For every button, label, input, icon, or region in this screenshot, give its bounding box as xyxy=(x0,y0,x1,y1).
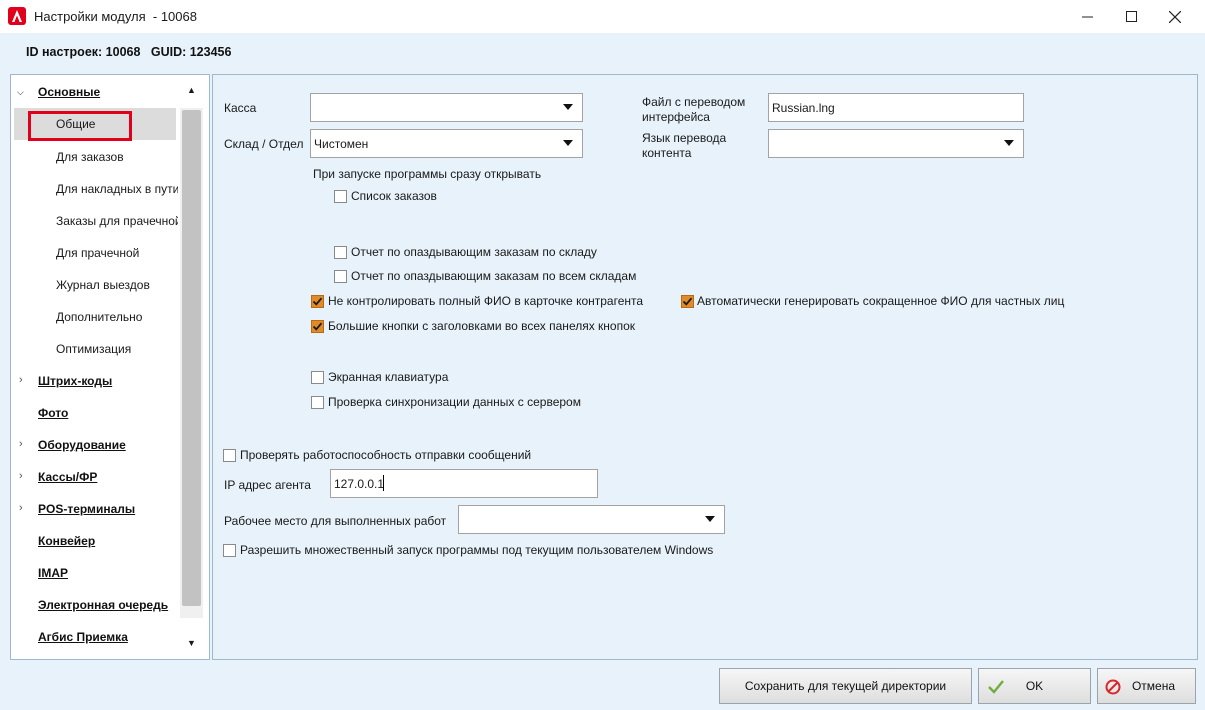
ip-label: IP адрес агента xyxy=(224,478,311,492)
expanded-chevron-icon[interactable]: ⌵ xyxy=(17,87,24,98)
checkmark-icon xyxy=(312,297,323,306)
tree-group-equipment[interactable]: Оборудование xyxy=(38,438,126,452)
highlight-box xyxy=(28,111,132,141)
auto-short-fio-checkbox[interactable] xyxy=(681,295,694,308)
workplace-combo[interactable] xyxy=(458,505,725,534)
late-all-label: Отчет по опаздывающим заказам по всем ск… xyxy=(351,269,637,283)
content-lang-label-2: контента xyxy=(642,146,692,160)
collapsed-chevron-icon[interactable]: › xyxy=(19,470,23,482)
scroll-up-icon[interactable]: ▲ xyxy=(187,85,196,95)
window-title: Настройки модуля - 10068 xyxy=(34,9,197,24)
dropdown-arrow-icon xyxy=(1004,140,1014,146)
check-icon xyxy=(988,680,1004,694)
tree-group-conveyor[interactable]: Конвейер xyxy=(38,534,95,548)
close-icon xyxy=(1169,10,1181,23)
content-lang-label: Язык перевода xyxy=(642,131,727,145)
tree-group-kassy[interactable]: Кассы/ФР xyxy=(38,470,97,484)
check-messages-label: Проверять работоспособность отправки соо… xyxy=(240,448,532,462)
tree-group-barcodes[interactable]: Штрих-коды xyxy=(38,374,112,388)
multi-launch-label: Разрешить множественный запуск программы… xyxy=(240,543,714,557)
no-full-fio-label: Не контролировать полный ФИО в карточке … xyxy=(328,294,644,308)
minimize-button[interactable] xyxy=(1064,0,1110,33)
tree-item-orders[interactable]: Для заказов xyxy=(56,150,178,164)
tree-item-trips[interactable]: Журнал выездов xyxy=(56,278,178,292)
multi-launch-checkbox[interactable] xyxy=(223,544,236,557)
tree-item-additional[interactable]: Дополнительно xyxy=(56,310,178,324)
checkmark-icon xyxy=(312,322,323,331)
save-dir-button[interactable]: Сохранить для текущей директории xyxy=(719,668,972,704)
tree-group-pos[interactable]: POS-терминалы xyxy=(38,502,135,516)
ok-button[interactable]: OK xyxy=(978,668,1091,704)
sync-check-checkbox[interactable] xyxy=(311,396,324,409)
no-full-fio-checkbox[interactable] xyxy=(311,295,324,308)
ip-input[interactable]: 127.0.0.1 xyxy=(330,469,598,498)
screen-keyboard-checkbox[interactable] xyxy=(311,371,324,384)
late-warehouse-label: Отчет по опаздывающим заказам по складу xyxy=(351,245,597,259)
cancel-button[interactable]: Отмена xyxy=(1097,668,1196,704)
big-buttons-checkbox[interactable] xyxy=(311,320,324,333)
tree-group-osnovnye[interactable]: Основные xyxy=(38,85,100,99)
tree-item-laundry[interactable]: Для прачечной xyxy=(56,246,178,260)
text-caret xyxy=(383,475,384,491)
tree-group-photo[interactable]: Фото xyxy=(38,406,68,420)
dropdown-arrow-icon xyxy=(705,516,715,522)
tree-group-agbis-priemka[interactable]: Агбис Приемка xyxy=(38,630,128,644)
startup-orders-label: Список заказов xyxy=(351,189,437,203)
tree-scroll-thumb[interactable] xyxy=(182,110,201,606)
translation-file-input[interactable]: Russian.lng xyxy=(768,93,1024,122)
late-warehouse-checkbox[interactable] xyxy=(334,246,347,259)
collapsed-chevron-icon[interactable]: › xyxy=(19,502,23,514)
settings-id-line: ID настроек: 10068 GUID: 123456 xyxy=(26,45,232,59)
big-buttons-label: Большие кнопки с заголовками во всех пан… xyxy=(328,319,636,333)
startup-orders-checkbox[interactable] xyxy=(334,190,347,203)
maximize-button[interactable] xyxy=(1108,0,1154,33)
scroll-down-icon[interactable]: ▼ xyxy=(187,638,196,648)
translation-file-label: Файл с переводом xyxy=(642,95,746,109)
translation-file-label-2: интерфейса xyxy=(642,110,710,124)
maximize-icon xyxy=(1125,11,1137,22)
tree-item-laundry-orders[interactable]: Заказы для прачечной xyxy=(56,214,178,228)
kassa-combo[interactable] xyxy=(310,93,583,122)
checkmark-icon xyxy=(682,297,693,306)
app-logo-icon xyxy=(8,7,26,25)
auto-short-fio-label: Автоматически генерировать сокращенное Ф… xyxy=(697,294,1065,308)
screen-keyboard-label: Экранная клавиатура xyxy=(328,370,449,384)
tree-item-optimization[interactable]: Оптимизация xyxy=(56,342,178,356)
settings-content xyxy=(212,74,1198,660)
workplace-label: Рабочее место для выполненных работ xyxy=(224,514,447,528)
sklad-label: Склад / Отдел xyxy=(224,137,304,151)
tree-group-imap[interactable]: IMAP xyxy=(38,566,68,580)
close-button[interactable] xyxy=(1152,0,1198,33)
sync-check-label: Проверка синхронизации данных с сервером xyxy=(328,395,581,409)
kassa-label: Касса xyxy=(224,101,257,115)
collapsed-chevron-icon[interactable]: › xyxy=(19,374,23,386)
late-all-checkbox[interactable] xyxy=(334,270,347,283)
tree-item-waybills[interactable]: Для накладных в пути xyxy=(56,182,178,196)
content-lang-combo[interactable] xyxy=(768,129,1024,158)
tree-group-queue[interactable]: Электронная очередь xyxy=(38,598,168,612)
minimize-icon xyxy=(1081,16,1093,18)
collapsed-chevron-icon[interactable]: › xyxy=(19,438,23,450)
check-messages-checkbox[interactable] xyxy=(223,449,236,462)
cancel-icon xyxy=(1105,679,1121,695)
sklad-combo[interactable]: Чистомен xyxy=(310,129,583,158)
dropdown-arrow-icon xyxy=(563,104,573,110)
startup-label: При запуске программы сразу открывать xyxy=(313,167,542,181)
dropdown-arrow-icon xyxy=(563,140,573,146)
